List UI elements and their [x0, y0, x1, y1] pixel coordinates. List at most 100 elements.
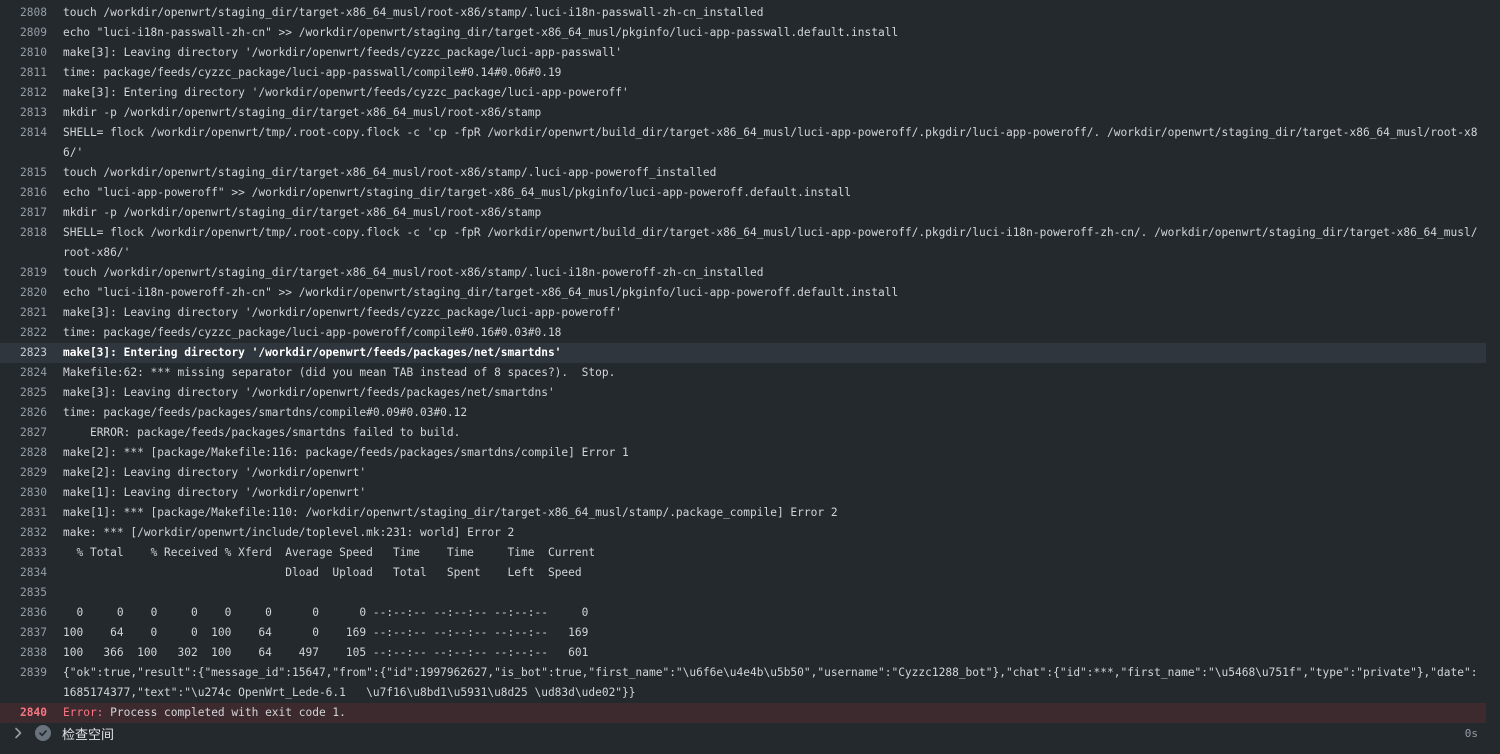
- log-text: make[3]: Leaving directory '/workdir/ope…: [63, 46, 623, 59]
- line-number[interactable]: 2833: [0, 543, 63, 563]
- log-text: make[3]: Leaving directory '/workdir/ope…: [63, 306, 623, 319]
- line-number[interactable]: 2834: [0, 563, 63, 583]
- log-text: touch /workdir/openwrt/staging_dir/targe…: [63, 266, 764, 279]
- line-number[interactable]: 2829: [0, 463, 63, 483]
- line-number[interactable]: 2830: [0, 483, 63, 503]
- line-number[interactable]: 2812: [0, 83, 63, 103]
- log-text: mkdir -p /workdir/openwrt/staging_dir/ta…: [63, 106, 542, 119]
- log-text: echo "luci-i18n-poweroff-zh-cn" >> /work…: [63, 286, 899, 299]
- log-output: 2808 touch /workdir/openwrt/staging_dir/t…: [0, 3, 1500, 723]
- log-text: make[1]: *** [package/Makefile:110: /wor…: [63, 506, 838, 519]
- log-line: 2819 touch /workdir/openwrt/staging_dir/t…: [0, 263, 1486, 283]
- log-line: 2813 mkdir -p /workdir/openwrt/staging_di…: [0, 103, 1486, 123]
- log-line: 2810 make[3]: Leaving directory '/workdir…: [0, 43, 1486, 63]
- log-line: 2838 100 366 100 302 100 64 497 105 --:--…: [0, 643, 1486, 663]
- log-text: echo "luci-app-poweroff" >> /workdir/ope…: [63, 186, 852, 199]
- line-number[interactable]: 2817: [0, 203, 63, 223]
- log-text: time: package/feeds/cyzzc_package/luci-a…: [63, 66, 562, 79]
- log-line: 2836 0 0 0 0 0 0 0 0 --:--:-- --:--:-- -…: [0, 603, 1486, 623]
- log-line: 2812 make[3]: Entering directory '/workdi…: [0, 83, 1486, 103]
- log-text: make: *** [/workdir/openwrt/include/topl…: [63, 526, 515, 539]
- log-text: make[3]: Entering directory '/workdir/op…: [63, 346, 562, 359]
- log-line: 2822 time: package/feeds/cyzzc_package/lu…: [0, 323, 1486, 343]
- line-number[interactable]: 2824: [0, 363, 63, 383]
- line-number[interactable]: 2828: [0, 443, 63, 463]
- log-line: 2809 echo "luci-i18n-passwall-zh-cn" >> /…: [0, 23, 1486, 43]
- log-text: Dload Upload Total Spent Left Speed: [63, 566, 582, 579]
- log-line: 2826 time: package/feeds/packages/smartdn…: [0, 403, 1486, 423]
- log-text: {"ok":true,"result":{"message_id":15647,…: [63, 666, 1478, 699]
- line-number[interactable]: 2821: [0, 303, 63, 323]
- line-number[interactable]: 2827: [0, 423, 63, 443]
- log-line: 2832 make: *** [/workdir/openwrt/include/…: [0, 523, 1486, 543]
- line-number[interactable]: 2826: [0, 403, 63, 423]
- check-circle-icon: [35, 725, 51, 741]
- step-row[interactable]: 检查空间 0s: [0, 712, 1500, 754]
- log-line: 2828 make[2]: *** [package/Makefile:116: …: [0, 443, 1486, 463]
- log-line: 2817 mkdir -p /workdir/openwrt/staging_di…: [0, 203, 1486, 223]
- log-line: 2816 echo "luci-app-poweroff" >> /workdir…: [0, 183, 1486, 203]
- line-number[interactable]: 2836: [0, 603, 63, 623]
- step-name[interactable]: 检查空间: [62, 724, 114, 743]
- log-line: 2825 make[3]: Leaving directory '/workdir…: [0, 383, 1486, 403]
- log-line: 2808 touch /workdir/openwrt/staging_dir/t…: [0, 3, 1486, 23]
- log-line: 2824 Makefile:62: *** missing separator (…: [0, 363, 1486, 383]
- line-number[interactable]: 2831: [0, 503, 63, 523]
- line-number[interactable]: 2823: [0, 343, 63, 363]
- line-number[interactable]: 2839: [0, 663, 63, 703]
- step-duration: 0s: [1464, 726, 1478, 740]
- log-line: 2821 make[3]: Leaving directory '/workdir…: [0, 303, 1486, 323]
- log-text: Makefile:62: *** missing separator (did …: [63, 366, 616, 379]
- log-line: 2829 make[2]: Leaving directory '/workdir…: [0, 463, 1486, 483]
- line-number[interactable]: 2822: [0, 323, 63, 343]
- log-text: % Total % Received % Xferd Average Speed…: [63, 546, 596, 559]
- log-line: 2823 make[3]: Entering directory '/workdi…: [0, 343, 1486, 363]
- line-number[interactable]: 2838: [0, 643, 63, 663]
- log-line: 2833 % Total % Received % Xferd Average …: [0, 543, 1486, 563]
- log-line: 2837 100 64 0 0 100 64 0 169 --:--:-- --:…: [0, 623, 1486, 643]
- log-text: make[2]: *** [package/Makefile:116: pack…: [63, 446, 629, 459]
- log-text: touch /workdir/openwrt/staging_dir/targe…: [63, 6, 764, 19]
- log-line: 2834 Dload Upload Total Spent Left Speed: [0, 563, 1486, 583]
- line-number[interactable]: 2837: [0, 623, 63, 643]
- line-number[interactable]: 2818: [0, 223, 63, 263]
- log-text: 100 64 0 0 100 64 0 169 --:--:-- --:--:-…: [63, 626, 589, 639]
- log-text: 0 0 0 0 0 0 0 0 --:--:-- --:--:-- --:--:…: [63, 606, 589, 619]
- line-number[interactable]: 2814: [0, 123, 63, 163]
- line-number[interactable]: 2820: [0, 283, 63, 303]
- log-text: make[3]: Entering directory '/workdir/op…: [63, 86, 629, 99]
- log-text: 100 366 100 302 100 64 497 105 --:--:-- …: [63, 646, 589, 659]
- line-number[interactable]: 2835: [0, 583, 63, 603]
- log-line: 2831 make[1]: *** [package/Makefile:110: …: [0, 503, 1486, 523]
- line-number[interactable]: 2813: [0, 103, 63, 123]
- log-line: 2830 make[1]: Leaving directory '/workdir…: [0, 483, 1486, 503]
- line-number[interactable]: 2808: [0, 3, 63, 23]
- log-line: 2811 time: package/feeds/cyzzc_package/lu…: [0, 63, 1486, 83]
- line-number[interactable]: 2810: [0, 43, 63, 63]
- log-text: SHELL= flock /workdir/openwrt/tmp/.root-…: [63, 126, 1478, 159]
- log-text: echo "luci-i18n-passwall-zh-cn" >> /work…: [63, 26, 899, 39]
- line-number[interactable]: 2825: [0, 383, 63, 403]
- log-line: 2815 touch /workdir/openwrt/staging_dir/t…: [0, 163, 1486, 183]
- chevron-right-icon[interactable]: [10, 727, 26, 739]
- line-number[interactable]: 2815: [0, 163, 63, 183]
- log-text: SHELL= flock /workdir/openwrt/tmp/.root-…: [63, 226, 1478, 259]
- log-line: 2818 SHELL= flock /workdir/openwrt/tmp/.r…: [0, 223, 1486, 263]
- log-line: 2827 ERROR: package/feeds/packages/smart…: [0, 423, 1486, 443]
- log-text: mkdir -p /workdir/openwrt/staging_dir/ta…: [63, 206, 542, 219]
- log-text: time: package/feeds/packages/smartdns/co…: [63, 406, 468, 419]
- line-number[interactable]: 2832: [0, 523, 63, 543]
- log-line: 2814 SHELL= flock /workdir/openwrt/tmp/.r…: [0, 123, 1486, 163]
- log-text: make[3]: Leaving directory '/workdir/ope…: [63, 386, 555, 399]
- line-number[interactable]: 2811: [0, 63, 63, 83]
- log-text: ERROR: package/feeds/packages/smartdns f…: [63, 426, 461, 439]
- log-line: 2839 {"ok":true,"result":{"message_id":15…: [0, 663, 1486, 703]
- log-line: 2835: [0, 583, 1486, 603]
- log-line: 2820 echo "luci-i18n-poweroff-zh-cn" >> /…: [0, 283, 1486, 303]
- line-number[interactable]: 2819: [0, 263, 63, 283]
- line-number[interactable]: 2809: [0, 23, 63, 43]
- log-text: make[2]: Leaving directory '/workdir/ope…: [63, 466, 367, 479]
- line-number[interactable]: 2816: [0, 183, 63, 203]
- log-text: make[1]: Leaving directory '/workdir/ope…: [63, 486, 367, 499]
